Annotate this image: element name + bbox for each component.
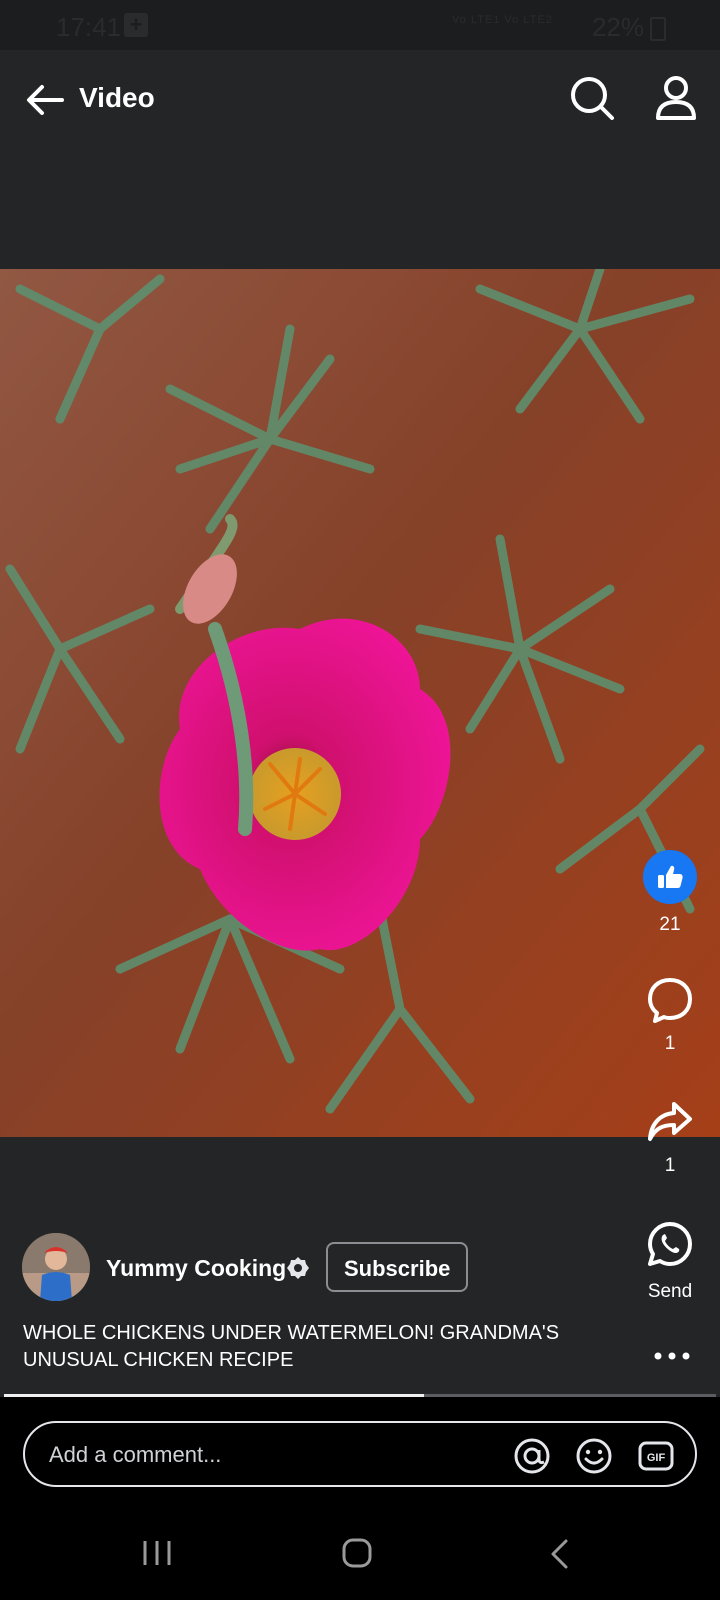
more-options-icon[interactable] <box>652 1346 692 1366</box>
whatsapp-icon <box>648 1222 692 1266</box>
status-time: 17:41 <box>56 12 122 42</box>
avatar-image <box>22 1233 90 1301</box>
send-action[interactable]: Send <box>635 1220 705 1303</box>
like-button[interactable] <box>643 850 697 904</box>
gif-icon[interactable]: GIF <box>637 1437 675 1475</box>
top-bar: Video <box>0 50 720 150</box>
profile-button[interactable] <box>652 74 700 122</box>
send-label: Send <box>647 1281 693 1302</box>
svg-text:GIF: GIF <box>647 1452 666 1464</box>
share-action[interactable]: 1 <box>635 1100 705 1177</box>
nav-back-icon[interactable] <box>548 1538 570 1570</box>
network-indicator: Vo LTE1 Vo LTE2 <box>452 14 553 26</box>
video-frame-flower <box>0 269 720 1137</box>
battery-level: 22% <box>591 12 644 42</box>
channel-name[interactable]: Yummy Cooking <box>106 1255 286 1282</box>
like-count: 21 <box>659 914 681 935</box>
subscribe-button[interactable]: Subscribe <box>326 1242 469 1292</box>
share-count: 1 <box>664 1155 676 1176</box>
page-title: Video <box>79 82 155 113</box>
channel-avatar[interactable] <box>22 1233 90 1301</box>
back-button[interactable] <box>22 78 66 122</box>
recent-apps-icon[interactable] <box>140 1538 174 1568</box>
bottom-area: Add a comment... GIF <box>0 1397 720 1600</box>
comment-input[interactable]: Add a comment... GIF <box>23 1421 697 1487</box>
like-action[interactable]: 21 <box>635 850 705 936</box>
battery-icon <box>650 17 666 41</box>
video-title[interactable]: WHOLE CHICKENS UNDER WATERMELON! GRANDMA… <box>23 1320 623 1374</box>
emoji-icon[interactable] <box>575 1437 613 1475</box>
comment-placeholder: Add a comment... <box>49 1442 222 1467</box>
mention-icon[interactable] <box>513 1437 551 1475</box>
status-bar: 17:41 + Vo LTE1 Vo LTE2 22% <box>0 0 720 50</box>
notification-plus-icon: + <box>124 13 148 37</box>
thumbs-up-icon <box>658 865 683 888</box>
search-icon <box>571 77 614 120</box>
comment-bubble-icon <box>648 978 692 1023</box>
channel-row: Yummy Cooking Subscribe <box>22 1233 502 1303</box>
arrow-left-icon <box>27 85 64 115</box>
share-arrow-icon <box>648 1102 692 1141</box>
search-button[interactable] <box>568 74 616 122</box>
comment-count: 1 <box>664 1033 676 1054</box>
home-icon[interactable] <box>341 1537 373 1569</box>
verified-badge-icon <box>287 1257 309 1279</box>
comment-action[interactable]: 1 <box>635 976 705 1055</box>
profile-icon <box>656 76 696 120</box>
video-player[interactable] <box>0 269 720 1137</box>
